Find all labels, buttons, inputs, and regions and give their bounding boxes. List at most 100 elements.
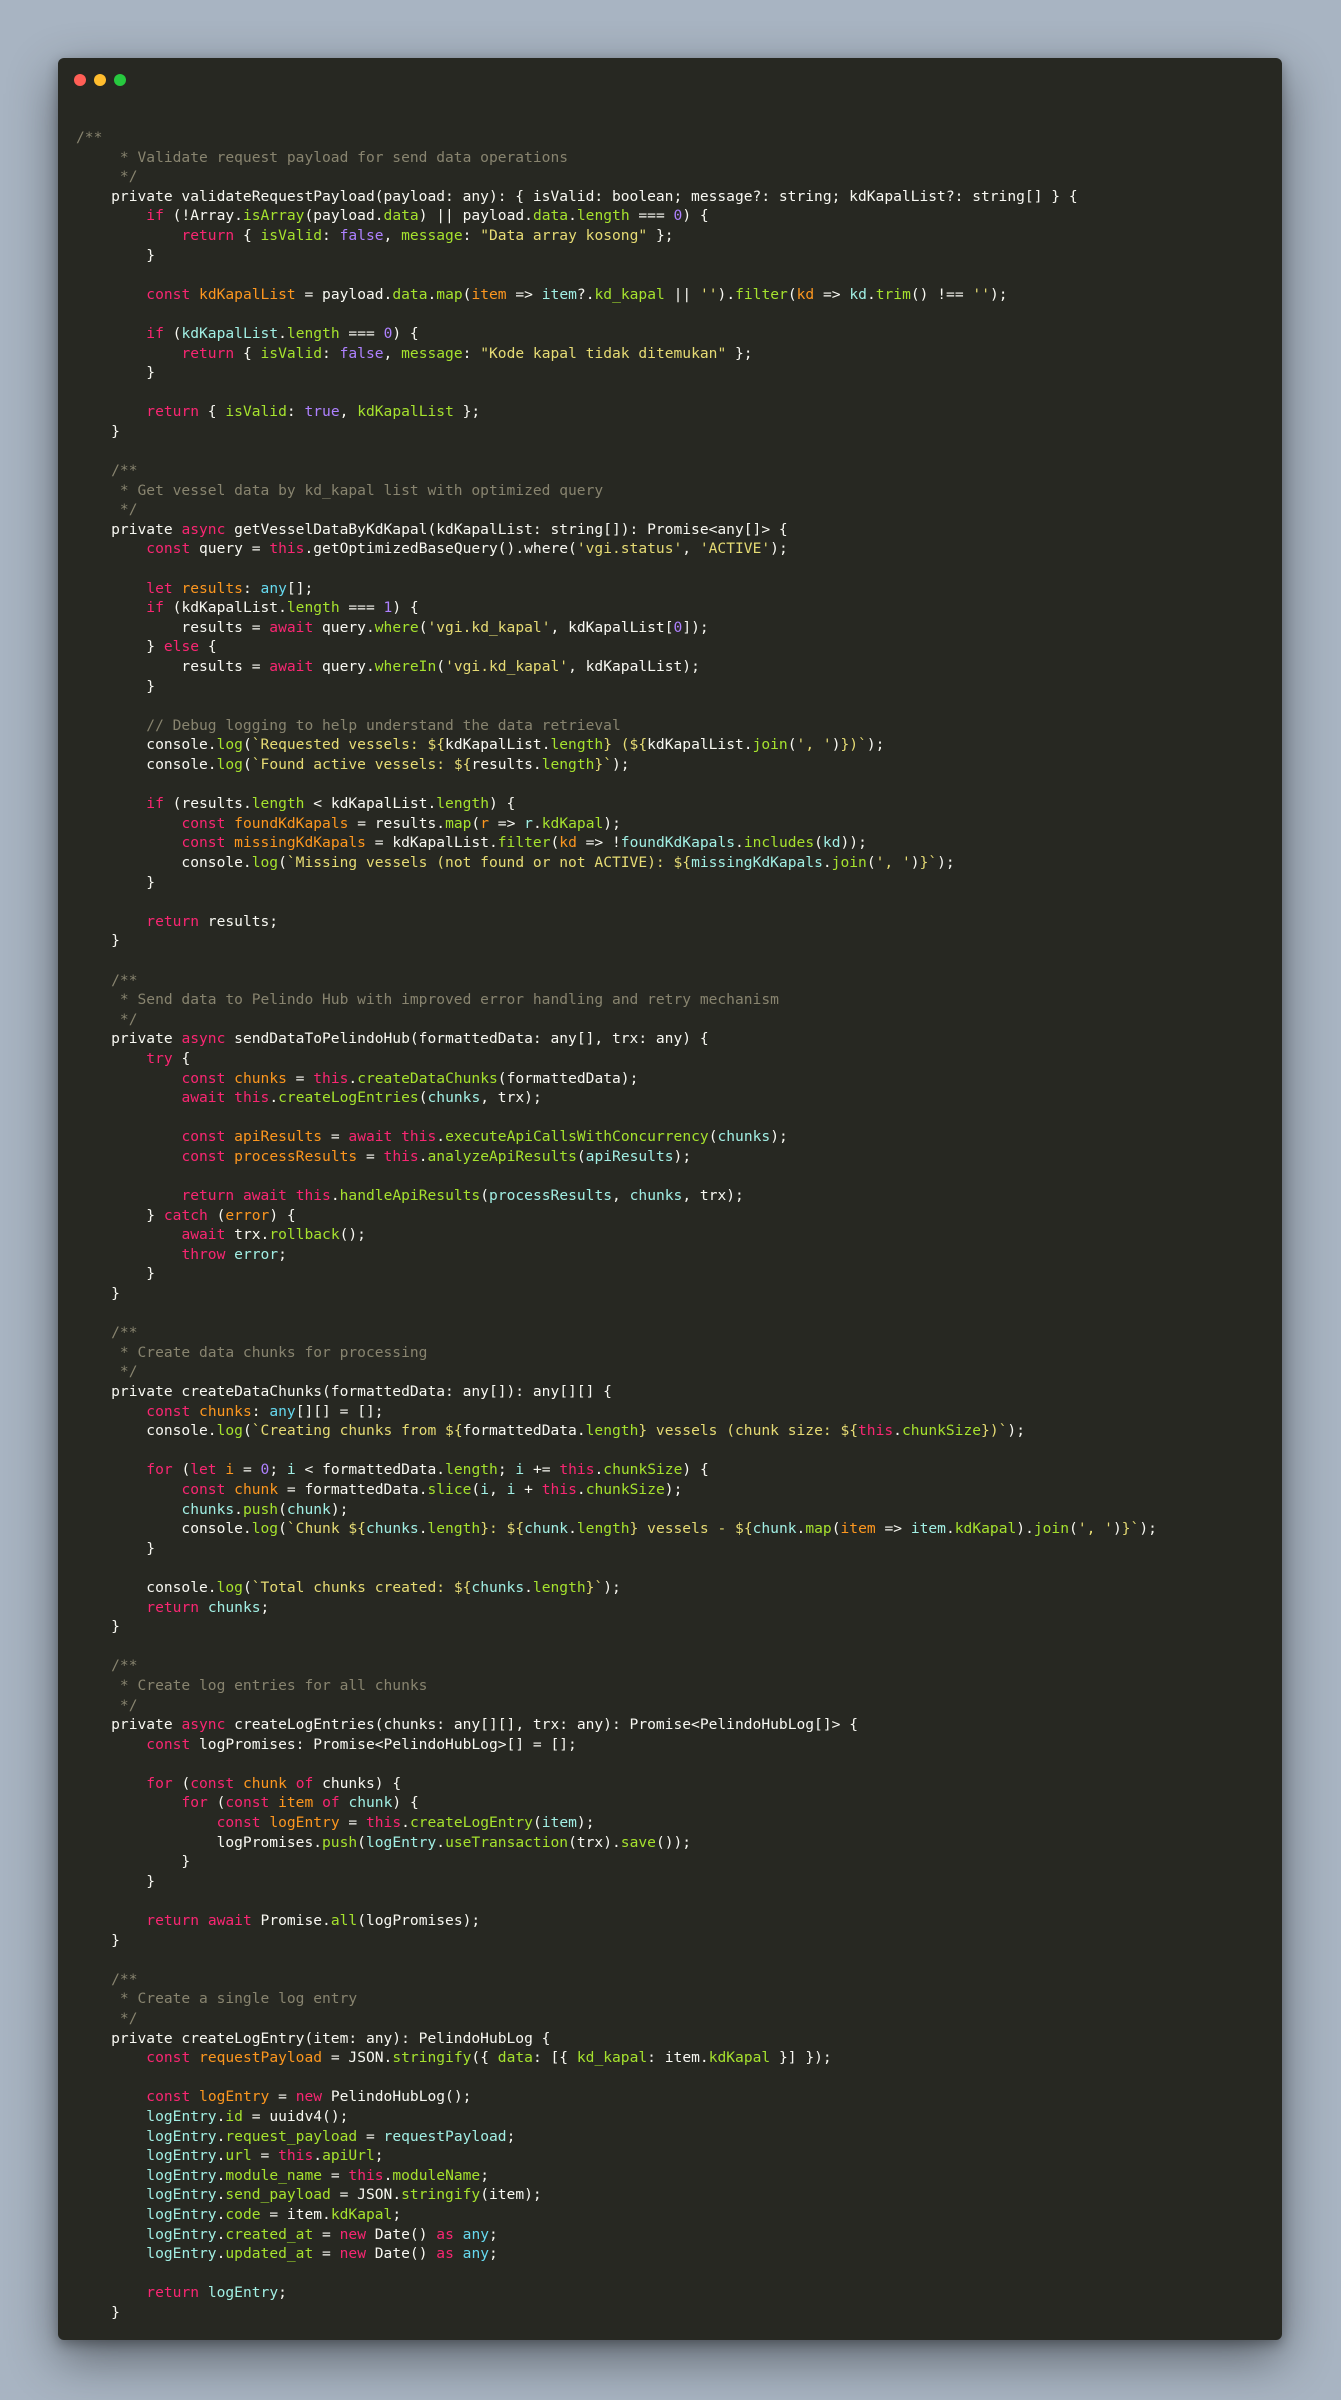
code-token: requestPayload	[199, 2049, 323, 2067]
code-token: this	[559, 1461, 595, 1479]
code-token: , kdKapalList[	[550, 618, 674, 636]
code-token: ;	[278, 2284, 287, 2302]
code-token: i	[225, 1461, 235, 1479]
code-token: apiResults	[234, 1128, 323, 1146]
code-token: log	[216, 1578, 243, 1596]
code-token: (	[831, 1520, 841, 1538]
code-token: (	[278, 1500, 287, 1518]
code-token: chunks	[427, 1089, 481, 1107]
code-token: return	[181, 344, 235, 362]
code-token: /**	[76, 971, 138, 989]
code-token: `Found active vessels: ${	[251, 756, 472, 773]
code-line: const missingKdKapals = kdKapalList.filt…	[76, 833, 1272, 853]
code-token: .	[532, 814, 542, 832]
code-token: (	[242, 736, 252, 754]
code-token: : [{	[532, 2049, 577, 2067]
code-token: {	[199, 403, 226, 421]
code-token: r	[480, 814, 490, 832]
code-token: missingKdKapals	[691, 853, 823, 871]
code-token: * Send data to Pelindo Hub with improved…	[76, 991, 779, 1009]
code-token: join	[1033, 1520, 1070, 1538]
code-token: (	[357, 1833, 366, 1851]
code-token: ) {	[682, 207, 709, 225]
code-line: logEntry.id = uuidv4();	[76, 2107, 1272, 2127]
code-line: /**	[76, 1656, 1272, 1676]
code-line: logPromises.push(logEntry.useTransaction…	[76, 1833, 1272, 1853]
code-token: chunks	[365, 1520, 419, 1538]
minimize-window-dot-icon[interactable]	[94, 74, 106, 86]
code-token: console.	[76, 1422, 217, 1440]
code-token: url	[225, 2147, 252, 2165]
code-token: ]);	[682, 618, 709, 636]
code-token: * Create data chunks for processing	[76, 1343, 428, 1361]
code-line: return chunks;	[76, 1598, 1272, 1618]
code-token: )	[910, 853, 920, 871]
code-token: id	[225, 2107, 243, 2125]
code-token: }	[76, 2303, 120, 2321]
code-line: }	[76, 931, 1272, 951]
code-token: (	[866, 853, 876, 871]
code-token: apiResults	[585, 1147, 674, 1165]
code-token: let	[146, 579, 173, 597]
code-token: {	[234, 226, 261, 244]
code-token: * Create a single log entry	[76, 1990, 358, 2008]
code-line: /**	[76, 1323, 1272, 1343]
code-token: ', '	[796, 736, 832, 754]
code-token: return	[146, 912, 200, 930]
code-token: }`	[594, 756, 612, 773]
code-token: ===	[339, 599, 384, 617]
code-line: private validateRequestPayload(payload: …	[76, 187, 1272, 207]
code-token: executeApiCallsWithConcurrency	[445, 1128, 709, 1146]
code-token: .	[427, 285, 437, 303]
code-token: :	[462, 344, 481, 362]
code-token: await	[242, 1187, 287, 1205]
code-token: (	[172, 1774, 191, 1792]
code-token: handleApiResults	[339, 1187, 481, 1205]
code-token: length	[445, 1461, 498, 1479]
code-token: Date()	[365, 2225, 437, 2243]
code-line: const processResults = this.analyzeApiRe…	[76, 1147, 1272, 1167]
code-line: private async sendDataToPelindoHub(forma…	[76, 1029, 1272, 1049]
code-token: this	[383, 1147, 419, 1165]
code-token: , trx);	[682, 1187, 744, 1205]
code-token: , kdKapalList);	[568, 658, 700, 676]
code-token: =	[339, 1814, 366, 1832]
code-token: .	[576, 1480, 586, 1498]
code-line: const logEntry = this.createLogEntry(ite…	[76, 1813, 1272, 1833]
code-token: private	[76, 520, 182, 538]
code-token: {	[172, 1049, 191, 1067]
code-token: (	[471, 814, 481, 832]
code-token: any	[462, 2225, 490, 2243]
code-token: logEntry	[365, 1833, 437, 1851]
code-token: ,	[383, 344, 402, 362]
maximize-window-dot-icon[interactable]	[114, 74, 126, 86]
code-token: chunks	[234, 1069, 287, 1087]
code-token: );	[1007, 1422, 1025, 1440]
code-token: isValid	[225, 403, 287, 421]
code-token: return	[181, 1187, 235, 1205]
code-token: `Total chunks created: ${	[251, 1578, 472, 1596]
code-token: ) {	[392, 599, 419, 617]
code-line: }	[76, 873, 1272, 893]
code-token: };	[647, 226, 674, 244]
code-token: try	[146, 1049, 173, 1067]
code-line: try {	[76, 1049, 1272, 1069]
code-line: return logEntry;	[76, 2283, 1272, 2303]
code-token: chunk	[752, 1520, 797, 1538]
code-token: }`	[919, 853, 938, 871]
code-token: ''	[699, 285, 718, 303]
code-token: logEntry	[146, 2107, 217, 2125]
code-token: chunkSize	[603, 1461, 683, 1479]
close-window-dot-icon[interactable]	[74, 74, 86, 86]
